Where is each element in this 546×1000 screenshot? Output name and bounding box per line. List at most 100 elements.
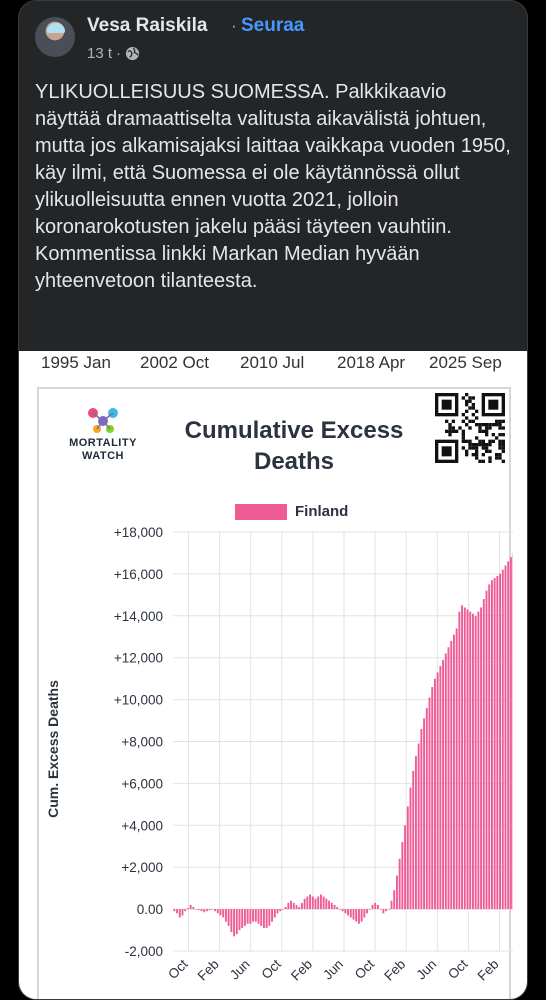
chart-plot: +18,000 +16,000 +14,000 +12,000 +10,000 +8,00… (114, 525, 513, 984)
chart-bar (493, 578, 496, 910)
y-tick-label: 0.00 (137, 902, 163, 917)
post-meta: 13 t · (87, 45, 140, 62)
chart-bar (295, 904, 298, 910)
chart-bar (249, 909, 252, 924)
chart-bar (271, 909, 274, 922)
y-tick-label: +12,000 (114, 651, 163, 666)
x-tick-label: Jun (413, 957, 439, 983)
chart-bar (471, 613, 474, 910)
chart-bar (184, 909, 187, 912)
chart-bar (205, 909, 208, 912)
name-separator: · (231, 16, 237, 35)
y-tick-label: +2,000 (121, 860, 163, 875)
chart-bar (393, 890, 396, 910)
chart-bar (425, 707, 428, 910)
chart-bar (214, 909, 217, 912)
y-tick-label: +18,000 (114, 525, 163, 540)
chart-frame: MORTALITY WATCH Cumulative Excess Deaths… (37, 387, 513, 999)
chart-bar (325, 898, 328, 910)
chart-bar (482, 599, 485, 910)
chart-bar (463, 607, 466, 910)
chart-bar (466, 609, 469, 910)
chart-bar (387, 909, 390, 910)
chart-bar (398, 858, 401, 910)
chart-bar (363, 909, 366, 918)
chart-bar (395, 875, 398, 910)
chart-bar (311, 896, 314, 910)
chart-bar (265, 909, 268, 928)
chart-bar (477, 611, 480, 910)
chart-bar (189, 904, 192, 910)
chart-bar (376, 904, 379, 910)
x-tick-label: Feb (475, 957, 502, 984)
chart-bar (279, 909, 282, 912)
chart-bar (385, 909, 388, 912)
chart-bar (458, 611, 461, 910)
chart-bar (406, 806, 409, 910)
avatar-hat (47, 23, 65, 33)
chart-bar (447, 647, 450, 910)
chart-bar (309, 894, 312, 910)
x-tick-label: Jun (320, 957, 346, 983)
y-tick-label: -2,000 (125, 944, 163, 959)
chart-bar (238, 909, 241, 931)
chart-bar (319, 894, 322, 910)
chart-bar (173, 909, 176, 912)
chart-bar (260, 909, 263, 926)
x-tick-label: Oct (445, 956, 471, 982)
chart-bar (300, 902, 303, 910)
chart-bar (455, 628, 458, 910)
chart-bar (276, 909, 279, 914)
chart-bar (281, 909, 284, 910)
post-image[interactable]: 1995 Jan 2002 Oct 2010 Jul 2018 Apr 2025… (19, 351, 527, 999)
chart-bar (368, 909, 371, 910)
chart-bar (176, 909, 179, 914)
chart-bar (192, 907, 195, 910)
x-tick-label: Oct (165, 956, 191, 982)
chart-bar (439, 666, 442, 910)
chart-bar (488, 584, 491, 910)
chart-bar (287, 902, 290, 910)
timestamp[interactable]: 13 t (87, 45, 112, 62)
chart-bar (338, 909, 341, 910)
y-tick-label: +16,000 (114, 567, 163, 582)
chart-bar (336, 907, 339, 910)
chart-bar (474, 615, 477, 910)
chart-bar (322, 896, 325, 910)
chart-bar (200, 909, 203, 912)
author-name[interactable]: Vesa Raiskila (87, 15, 207, 37)
chart-bar (257, 909, 260, 924)
y-tick-label: +10,000 (114, 693, 163, 708)
chart-bar (409, 787, 412, 910)
chart-bar (444, 653, 447, 910)
chart-bar (485, 590, 488, 910)
x-tick-label: Jun (227, 957, 253, 983)
chart-bar (496, 576, 499, 910)
chart-bar (341, 909, 344, 912)
globe-icon (125, 46, 140, 61)
x-tick-label: Feb (288, 957, 315, 984)
y-tick-label: +8,000 (121, 735, 163, 750)
slider-axis: 1995 Jan 2002 Oct 2010 Jul 2018 Apr 2025… (19, 351, 527, 381)
chart-bar (298, 907, 301, 910)
chart-bar (347, 909, 350, 916)
chart-bar (469, 611, 472, 910)
chart-bar (268, 909, 271, 926)
chart-bar (208, 909, 211, 911)
x-tick-label: Oct (258, 956, 284, 982)
y-tick-label: +4,000 (121, 818, 163, 833)
chart-bar (262, 909, 265, 928)
chart-bar (442, 659, 445, 910)
chart-bar (490, 580, 493, 910)
post-header: Vesa Raiskila · Seuraa 13 t · (19, 1, 527, 81)
chart-bar (216, 909, 219, 914)
avatar[interactable] (35, 17, 75, 57)
chart-bar (333, 904, 336, 910)
chart-bar (303, 898, 306, 910)
follow-button[interactable]: Seuraa (241, 15, 304, 37)
chart-bar (404, 825, 407, 910)
chart-bar (186, 908, 189, 910)
x-tick-label: Oct (352, 956, 378, 982)
chart-bar (360, 909, 363, 922)
chart-bar (252, 909, 255, 922)
